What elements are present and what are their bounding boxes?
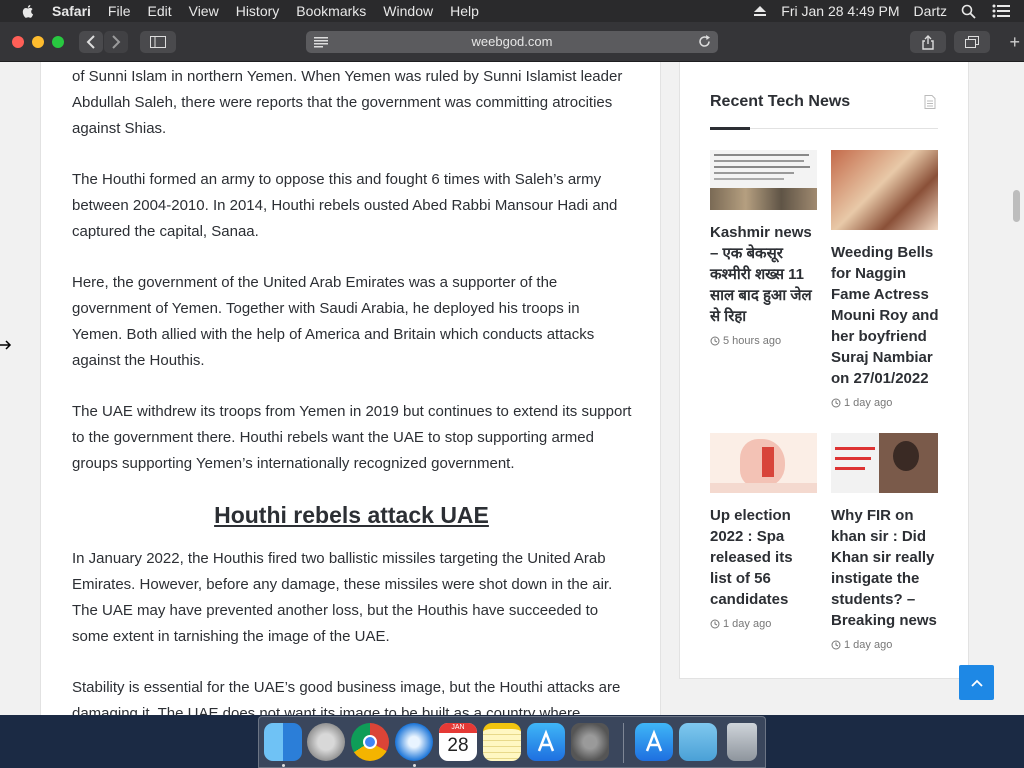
menu-edit[interactable]: Edit bbox=[147, 0, 171, 22]
app-store-a-icon bbox=[537, 729, 555, 752]
menu-app-name[interactable]: Safari bbox=[52, 0, 91, 22]
new-tab-plus-icon[interactable]: + bbox=[1009, 32, 1020, 53]
news-time: 1 day ago bbox=[831, 639, 939, 651]
news-time-text: 1 day ago bbox=[723, 618, 772, 630]
share-button[interactable] bbox=[910, 31, 946, 53]
chevron-right-icon bbox=[112, 35, 121, 49]
news-thumbnail[interactable] bbox=[831, 433, 938, 493]
clock-icon bbox=[831, 398, 841, 408]
tabs-icon bbox=[965, 36, 979, 48]
article-body: of Sunni Islam in northern Yemen. When Y… bbox=[40, 62, 661, 715]
reload-icon[interactable] bbox=[697, 34, 712, 49]
menu-bookmarks[interactable]: Bookmarks bbox=[296, 0, 366, 22]
menu-history[interactable]: History bbox=[236, 0, 280, 22]
article-paragraph: The Houthi formed an army to oppose this… bbox=[72, 171, 618, 240]
safari-dock-icon[interactable] bbox=[395, 723, 433, 761]
calendar-day: 28 bbox=[447, 735, 469, 756]
news-time: 5 hours ago bbox=[710, 335, 818, 347]
notification-center-icon[interactable] bbox=[992, 4, 1010, 18]
minimize-window-button[interactable] bbox=[32, 36, 44, 48]
news-item[interactable]: Kashmir news – एक बेकसूर कश्मीरी शख्स 11… bbox=[710, 150, 818, 347]
apple-icon[interactable] bbox=[20, 3, 36, 19]
calendar-month: JAN bbox=[439, 723, 477, 733]
menu-clock[interactable]: Fri Jan 28 4:49 PM bbox=[781, 3, 899, 19]
launchpad-dock-icon[interactable] bbox=[307, 723, 345, 761]
sidebar-toggle-button[interactable] bbox=[140, 31, 176, 53]
share-icon bbox=[922, 34, 934, 50]
notes-dock-icon[interactable] bbox=[483, 723, 521, 761]
article-paragraph: Stability is essential for the UAE’s goo… bbox=[72, 679, 621, 715]
calendar-dock-icon[interactable]: JAN 28 bbox=[439, 723, 477, 761]
app-store-downloads-dock-icon[interactable] bbox=[635, 723, 673, 761]
forward-button[interactable] bbox=[104, 31, 128, 53]
dock: JAN 28 bbox=[258, 716, 766, 768]
news-title-link[interactable]: Weeding Bells for Naggin Fame Actress Mo… bbox=[831, 242, 939, 389]
news-thumbnail[interactable] bbox=[710, 150, 817, 210]
news-time: 1 day ago bbox=[710, 618, 818, 630]
zoom-window-button[interactable] bbox=[52, 36, 64, 48]
eject-icon[interactable] bbox=[753, 5, 767, 17]
browser-toolbar: weebgod.com + bbox=[0, 22, 1024, 62]
running-indicator bbox=[413, 764, 416, 767]
finder-dock-icon[interactable] bbox=[264, 723, 302, 761]
news-item[interactable]: Why FIR on khan sir : Did Khan sir reall… bbox=[831, 433, 939, 651]
running-indicator bbox=[282, 764, 285, 767]
news-time-text: 1 day ago bbox=[844, 397, 893, 409]
news-title-link[interactable]: Kashmir news – एक बेकसूर कश्मीरी शख्स 11… bbox=[710, 222, 818, 327]
chevron-left-icon bbox=[86, 35, 95, 49]
news-thumbnail[interactable] bbox=[831, 150, 938, 230]
dock-separator bbox=[623, 723, 624, 763]
sidebar-icon bbox=[150, 36, 166, 48]
url-text: weebgod.com bbox=[471, 34, 553, 49]
menu-help[interactable]: Help bbox=[450, 0, 479, 22]
news-thumbnail[interactable] bbox=[710, 433, 817, 493]
resize-cursor-icon bbox=[0, 340, 12, 350]
reader-view-icon[interactable] bbox=[314, 36, 328, 48]
tab-overview-button[interactable] bbox=[954, 31, 990, 53]
document-icon bbox=[924, 95, 936, 109]
menu-bar: Safari File Edit View History Bookmarks … bbox=[0, 0, 1024, 22]
widget-divider-accent bbox=[710, 127, 750, 130]
close-window-button[interactable] bbox=[12, 36, 24, 48]
trash-dock-icon[interactable] bbox=[727, 723, 757, 761]
news-title-link[interactable]: Why FIR on khan sir : Did Khan sir reall… bbox=[831, 505, 939, 631]
address-bar[interactable]: weebgod.com bbox=[306, 31, 718, 53]
menu-view[interactable]: View bbox=[189, 0, 219, 22]
clock-icon bbox=[710, 336, 720, 346]
clock-icon bbox=[710, 619, 720, 629]
back-to-top-button[interactable] bbox=[959, 665, 994, 700]
system-preferences-dock-icon[interactable] bbox=[571, 723, 609, 761]
chrome-dock-icon[interactable] bbox=[351, 723, 389, 761]
news-time-text: 1 day ago bbox=[844, 639, 893, 651]
article-paragraph: The UAE withdrew its troops from Yemen i… bbox=[72, 403, 632, 472]
menu-window[interactable]: Window bbox=[383, 0, 433, 22]
news-time-text: 5 hours ago bbox=[723, 335, 782, 347]
app-store-dock-icon[interactable] bbox=[527, 723, 565, 761]
article-paragraph: Here, the government of the United Arab … bbox=[72, 274, 595, 369]
back-button[interactable] bbox=[79, 31, 103, 53]
chevron-up-icon bbox=[970, 679, 983, 687]
widget-title: Recent Tech News bbox=[710, 93, 851, 110]
downloads-folder-dock-icon[interactable] bbox=[679, 723, 717, 761]
menu-user[interactable]: Dartz bbox=[914, 3, 947, 19]
page-scrollbar-thumb[interactable] bbox=[1013, 190, 1020, 222]
news-title-link[interactable]: Up election 2022 : Spa released its list… bbox=[710, 505, 818, 610]
clock-icon bbox=[831, 640, 841, 650]
news-item[interactable]: Up election 2022 : Spa released its list… bbox=[710, 433, 818, 630]
article-paragraph: In January 2022, the Houthis fired two b… bbox=[72, 550, 613, 645]
section-heading: Houthi rebels attack UAE bbox=[214, 502, 489, 528]
menu-file[interactable]: File bbox=[108, 0, 131, 22]
news-item[interactable]: Weeding Bells for Naggin Fame Actress Mo… bbox=[831, 150, 939, 409]
news-time: 1 day ago bbox=[831, 397, 939, 409]
article-paragraph: of Sunni Islam in northern Yemen. When Y… bbox=[72, 68, 623, 137]
spotlight-search-icon[interactable] bbox=[961, 4, 976, 19]
app-store-a-icon bbox=[645, 729, 663, 752]
recent-news-widget: Recent Tech News Kashmir news – एक बेकसू… bbox=[679, 62, 969, 679]
web-page: of Sunni Islam in northern Yemen. When Y… bbox=[0, 62, 1024, 715]
